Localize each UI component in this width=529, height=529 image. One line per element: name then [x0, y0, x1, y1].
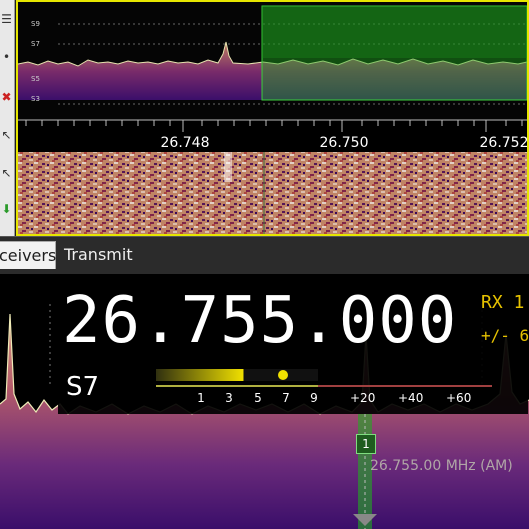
smeter-tick: 3 — [225, 391, 233, 405]
smeter-tick: +60 — [446, 391, 472, 405]
close-red-icon[interactable]: ✖ — [0, 84, 13, 110]
smeter-tick: 1 — [197, 391, 205, 405]
smeter-tick: +20 — [350, 391, 376, 405]
smeter-tick: 9 — [310, 391, 318, 405]
smeter-level-bar — [156, 369, 244, 381]
select-icon[interactable]: ↖ — [0, 160, 13, 186]
rx-label: RX 1 — [481, 292, 525, 313]
freq-label: 26.752 — [480, 135, 528, 151]
down-arrow-icon[interactable]: ⬇ — [0, 196, 13, 222]
spectrum-waterfall-panel[interactable]: S9 S7 S5 S3 26.748 26.750 26.752 — [16, 0, 529, 236]
smeter-peak-dot — [278, 370, 288, 380]
pointer-icon[interactable]: ↖ — [0, 122, 13, 148]
tab-bar: ceivers Transmit — [0, 236, 529, 275]
tab-transmit[interactable]: Transmit — [58, 241, 139, 269]
smeter-tick: 5 — [254, 391, 262, 405]
tolerance-label: +/- 6 — [481, 326, 529, 345]
vfo-marker-number[interactable]: 1 — [356, 434, 376, 454]
frequency-display[interactable]: 26.755.000 — [62, 282, 457, 360]
freq-label: 26.748 — [161, 135, 210, 151]
tab-receivers[interactable]: ceivers — [0, 241, 56, 269]
smeter-tick: 7 — [282, 391, 290, 405]
menu-icon[interactable]: ☰ — [0, 6, 13, 32]
receiver-panel[interactable]: 26.755.000 RX 1 +/- 6 S7 1 3 5 7 9 +20 +… — [0, 274, 529, 529]
db-label: S3 — [31, 95, 40, 103]
left-toolbar: ☰ • ✖ ↖ ↖ ⬇ — [0, 0, 15, 236]
vfo-frequency-label: 26.755.00 MHz (AM) — [370, 458, 513, 474]
s-meter-reading: S7 — [66, 372, 100, 402]
dot-icon[interactable]: • — [0, 44, 13, 70]
db-label: S7 — [31, 40, 40, 48]
spectrum-svg[interactable]: S9 S7 S5 S3 26.748 26.750 26.752 — [18, 2, 527, 234]
freq-label: 26.750 — [320, 135, 369, 151]
smeter-tick: +40 — [398, 391, 424, 405]
db-label: S5 — [31, 75, 40, 83]
db-label: S9 — [31, 20, 40, 28]
